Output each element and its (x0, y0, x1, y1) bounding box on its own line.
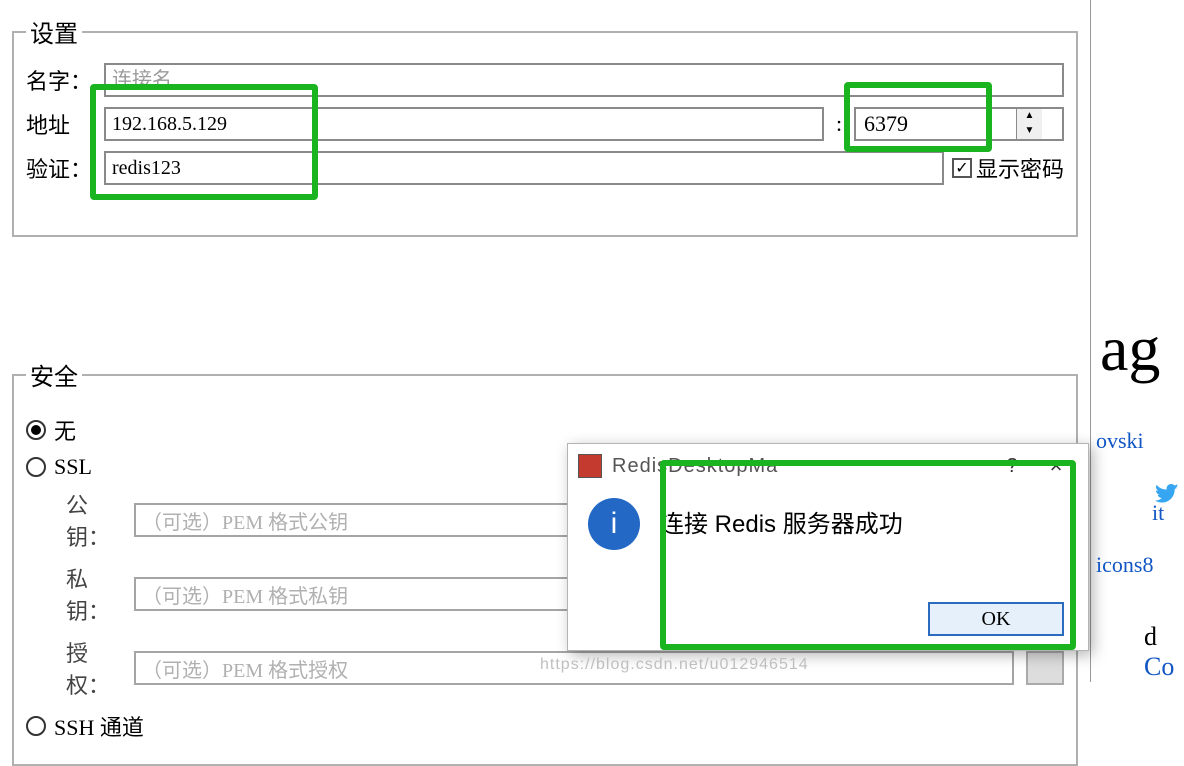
connection-result-dialog: RedisDesktopMa ? × i 连接 Redis 服务器成功 OK (567, 443, 1089, 651)
settings-group: 设置 名字： 地址 : ▲ ▼ 验证： ✓ 显示密码 (12, 14, 1078, 237)
port-input[interactable] (856, 109, 1016, 139)
security-legend: 安全 (26, 357, 82, 392)
help-icon[interactable]: ? (990, 455, 1034, 478)
radio-ssh[interactable]: SSH 通道 (26, 710, 1064, 742)
address-input[interactable] (104, 107, 824, 141)
show-password-checkbox[interactable]: ✓ 显示密码 (952, 152, 1064, 184)
name-label: 名字： (26, 64, 96, 96)
info-icon: i (588, 498, 640, 550)
credits-tail: d Co (1144, 622, 1184, 682)
radio-none-label: 无 (54, 414, 76, 446)
show-password-label: 显示密码 (976, 152, 1064, 184)
credits-link[interactable]: icons8 (1096, 552, 1153, 578)
radio-ssh-label: SSH 通道 (54, 710, 144, 742)
port-spin-up-icon[interactable]: ▲ (1017, 109, 1042, 124)
name-input[interactable] (104, 63, 1064, 97)
radio-dot-icon (26, 420, 46, 440)
authfile-browse-button[interactable] (1026, 651, 1064, 685)
row-auth: 验证： ✓ 显示密码 (26, 151, 1064, 185)
watermark: https://blog.csdn.net/u012946514 (540, 656, 809, 674)
app-logo-icon (578, 454, 602, 478)
radio-none[interactable]: 无 (26, 414, 1064, 446)
auth-input[interactable] (104, 151, 944, 185)
dialog-message: 连接 Redis 服务器成功 (660, 498, 903, 539)
dialog-title: RedisDesktopMa (612, 455, 990, 478)
dialog-body: i 连接 Redis 服务器成功 (568, 488, 1088, 550)
side-credits-panel: ag ovski it icons8 d Co (1096, 0, 1184, 682)
privkey-label: 私钥： (26, 562, 126, 626)
auth-label: 验证： (26, 152, 96, 184)
port-spin-buttons[interactable]: ▲ ▼ (1016, 109, 1042, 139)
close-icon[interactable]: × (1034, 453, 1078, 479)
radio-ssl-label: SSL (54, 454, 92, 480)
dialog-titlebar[interactable]: RedisDesktopMa ? × (568, 444, 1088, 488)
address-label: 地址 (26, 108, 96, 140)
row-name: 名字： (26, 63, 1064, 97)
radio-dot-icon (26, 457, 46, 477)
checkbox-icon: ✓ (952, 158, 972, 178)
side-heading-fragment: ag (1100, 312, 1160, 386)
pubkey-label: 公钥： (26, 488, 126, 552)
radio-dot-icon (26, 716, 46, 736)
row-address: 地址 : ▲ ▼ (26, 107, 1064, 141)
port-spinbox[interactable]: ▲ ▼ (854, 107, 1064, 141)
addr-port-separator: : (832, 111, 846, 137)
ok-button[interactable]: OK (928, 602, 1064, 636)
credits-link[interactable]: ovski (1096, 428, 1144, 454)
credits-link[interactable]: it (1152, 500, 1164, 526)
settings-legend: 设置 (26, 14, 82, 49)
port-spin-down-icon[interactable]: ▼ (1017, 124, 1042, 139)
authfile-label: 授权： (26, 636, 126, 700)
